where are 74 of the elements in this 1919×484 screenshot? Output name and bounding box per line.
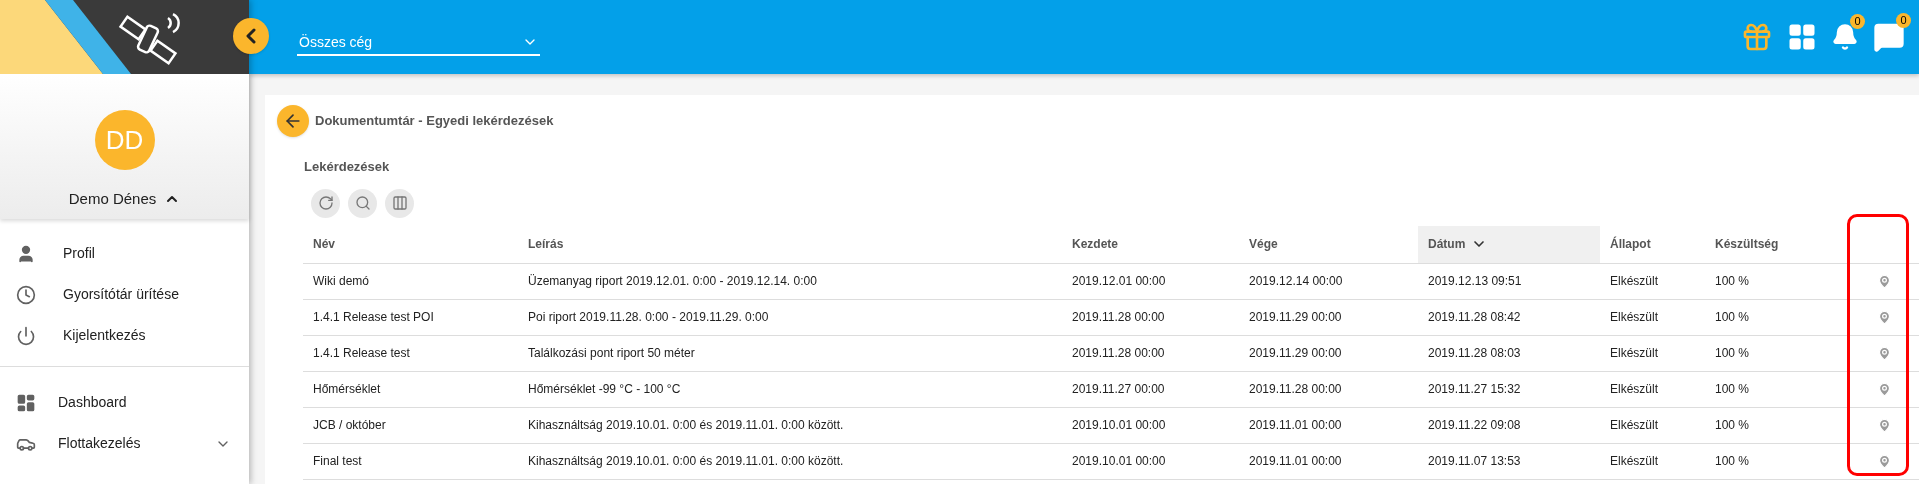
nav-item[interactable]: Flottakezelés: [58, 433, 193, 454]
back-button[interactable]: [277, 105, 309, 137]
table-cell-text: 2019.11.28 00:00: [1071, 345, 1166, 362]
table-cell-text: Kihasználtság 2019.10.01. 0:00 és 2019.11.01. 0:00 között.: [527, 417, 845, 434]
column-header[interactable]: Vége: [1239, 225, 1418, 263]
columns-icon: [391, 195, 408, 211]
table-cell-text: 2019.11.07 13:53: [1427, 453, 1522, 470]
table-cell-text: 2019.11.01 00:00: [1248, 453, 1343, 470]
search-button[interactable]: [348, 188, 377, 218]
table-cell-text: Elkészült: [1609, 345, 1660, 362]
table-cell-text: Kihasználtság 2019.10.01. 0:00 és 2019.11.01. 0:00 között.: [527, 453, 845, 470]
table-cell-text: Üzemanyag riport 2019.12.01. 0:00 - 2019.12.14. 0:00: [527, 273, 818, 290]
collapse-button[interactable]: [233, 18, 269, 54]
table-cell-text: Final test: [312, 453, 363, 470]
dashboard-icon: [16, 392, 36, 413]
table-cell-text: Elkészült: [1609, 309, 1660, 326]
menu-item[interactable]: Profil: [63, 243, 95, 264]
table-cell-text: 100 %: [1714, 453, 1751, 470]
table-cell-text: Hőmérséklet: [312, 381, 382, 398]
table-cell-text: Találkozási pont riport 50 méter: [527, 345, 696, 362]
column-header[interactable]: Dátum: [1418, 225, 1600, 263]
table-cell-text: 2019.10.01 00:00: [1071, 417, 1167, 434]
table-cell-text: 2019.11.28 08:42: [1427, 309, 1522, 326]
table-cell-text: JCB / október: [312, 417, 387, 434]
search-icon: [354, 195, 371, 211]
table-cell-text: 2019.12.14 00:00: [1248, 273, 1344, 290]
user-menu-toggle[interactable]: Demo Dénes: [68, 188, 181, 211]
table-cell-text: 1.4.1 Release test: [312, 345, 411, 362]
table-cell-text: Elkészült: [1609, 273, 1660, 290]
table-cell-text: 2019.12.01 00:00: [1071, 273, 1167, 290]
count-badge: 0: [1850, 14, 1865, 29]
table-cell-text: Elkészült: [1609, 381, 1660, 398]
table-cell-text: 2019.12.13 09:51: [1427, 273, 1523, 290]
table-cell-text: 2019.11.29 00:00: [1248, 309, 1343, 326]
table-cell-text: 2019.11.28 00:00: [1248, 381, 1343, 398]
table-cell-text: 2019.11.28 08:03: [1427, 345, 1522, 362]
avatar: DD: [94, 110, 155, 170]
table-cell-text: 2019.11.29 00:00: [1248, 345, 1343, 362]
refresh-icon: [317, 195, 334, 211]
dashboard-icon[interactable]: [1787, 22, 1817, 52]
column-header[interactable]: Állapot: [1600, 225, 1705, 263]
menu-item[interactable]: Gyorsítótár ürítése: [63, 284, 179, 305]
table-cell-text: 100 %: [1714, 345, 1751, 362]
person-icon: [16, 243, 36, 264]
column-header[interactable]: Név: [303, 225, 518, 263]
table-cell-text: 100 %: [1714, 417, 1751, 434]
refresh-button[interactable]: [311, 188, 340, 218]
table-cell-text: 100 %: [1714, 273, 1751, 290]
clock-icon: [16, 284, 36, 305]
table-cell-text: Elkészült: [1609, 453, 1660, 470]
column-header[interactable]: Készültség: [1705, 225, 1815, 263]
table-cell-text: 2019.11.22 09:08: [1427, 417, 1522, 434]
table-cell-text: 2019.10.01 00:00: [1071, 453, 1167, 470]
table-cell-text: 100 %: [1714, 309, 1751, 326]
menu-item[interactable]: Kijelentkezés: [63, 325, 146, 346]
table-cell-text: 1.4.1 Release test POI: [312, 309, 435, 326]
columns-button[interactable]: [385, 188, 414, 218]
count-badge: 0: [1896, 13, 1911, 28]
page-title: Dokumentumtár - Egyedi lekérdezések: [315, 112, 554, 131]
table-cell-text: 2019.11.27 15:32: [1427, 381, 1522, 398]
table-cell-text: Poi riport 2019.11.28. 0:00 - 2019.11.29. 0:00: [527, 309, 770, 326]
table-cell-text: 2019.11.27 00:00: [1071, 381, 1166, 398]
table-cell-text: 2019.11.01 00:00: [1248, 417, 1343, 434]
section-title: Lekérdezések: [304, 158, 391, 176]
gift-icon[interactable]: [1741, 21, 1773, 53]
nav-item[interactable]: Dashboard: [58, 392, 231, 413]
table-cell-text: 100 %: [1714, 381, 1751, 398]
column-header[interactable]: Kezdete: [1062, 225, 1239, 263]
power-icon: [16, 325, 36, 346]
table-cell-text: Hőmérséklet -99 °C - 100 °C: [527, 381, 682, 398]
table-cell-text: Elkészült: [1609, 417, 1660, 434]
column-header[interactable]: Leírás: [518, 225, 1062, 263]
table-cell-text: 2019.11.28 00:00: [1071, 309, 1166, 326]
table-cell-text: Wiki demó: [312, 273, 370, 290]
